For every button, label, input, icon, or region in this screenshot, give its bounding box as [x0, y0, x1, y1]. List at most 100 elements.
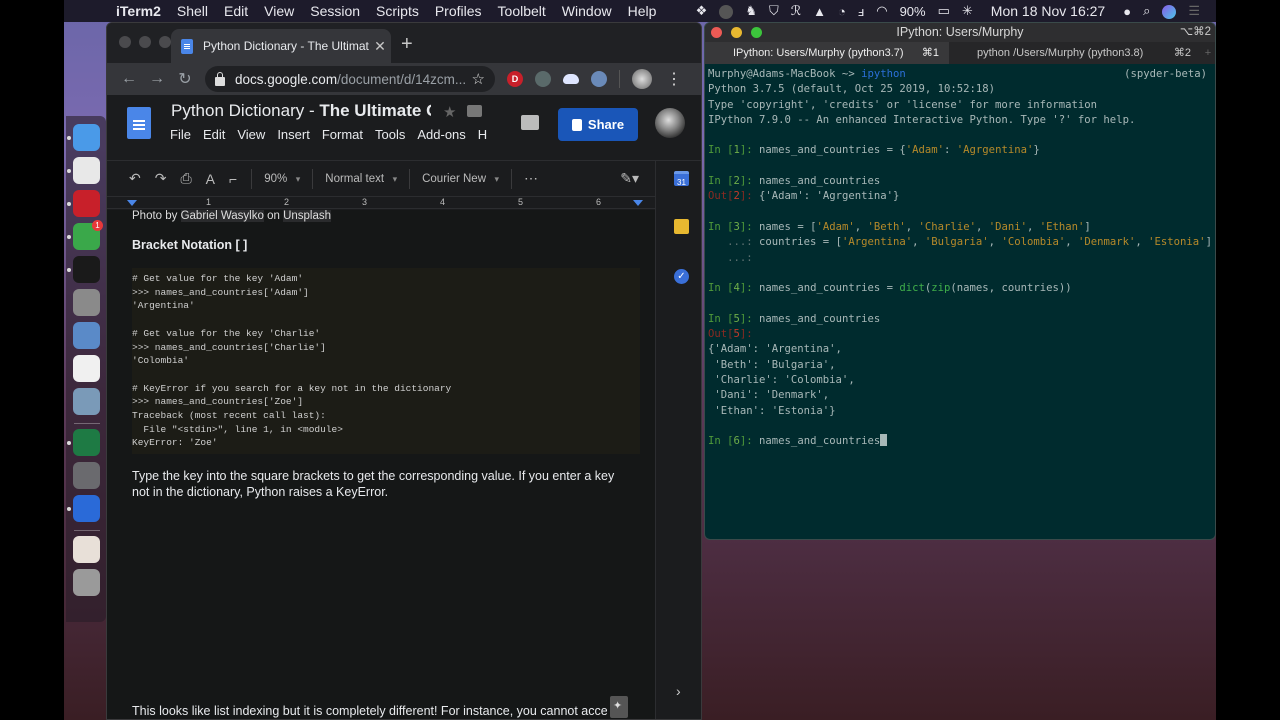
docs-menu-format[interactable]: Format — [322, 127, 363, 142]
dock-trash-icon[interactable] — [73, 569, 100, 596]
forward-button[interactable]: → — [143, 70, 171, 88]
editing-mode-pencil-icon[interactable]: ✎▾ — [620, 170, 639, 187]
menu-scripts[interactable]: Scripts — [368, 3, 427, 19]
style-dropdown[interactable]: Normal text — [325, 173, 397, 185]
flag-uk-icon[interactable]: ✳ — [956, 3, 979, 19]
font-dropdown[interactable]: Courier New — [422, 173, 499, 185]
address-bar[interactable]: docs.google.com/document/d/14zcm... ☆ — [205, 66, 495, 92]
extension-d-icon[interactable]: D — [507, 71, 523, 87]
extension-search-icon[interactable] — [591, 71, 607, 87]
iterm-tab-2[interactable]: python /Users/Murphy (python3.8) ⌘2 — [949, 42, 1201, 64]
menu-edit[interactable]: Edit — [216, 3, 256, 19]
menu-shell[interactable]: Shell — [169, 3, 216, 19]
dock-iterm2-icon[interactable] — [73, 256, 100, 283]
spotlight-icon[interactable]: ⌕ — [1137, 3, 1156, 19]
docs-menu-file[interactable]: File — [170, 127, 191, 142]
folder-icon[interactable] — [467, 105, 482, 117]
tasks-icon[interactable]: ✓ — [674, 269, 689, 284]
dock-slack-icon[interactable] — [73, 355, 100, 382]
close-window-button[interactable] — [711, 27, 722, 38]
battery-icon[interactable]: ▭ — [932, 3, 956, 19]
calendar-icon[interactable]: 31 — [674, 171, 689, 187]
account-avatar[interactable] — [655, 108, 685, 138]
extension-glasses-icon[interactable] — [535, 71, 551, 87]
dock-microsoft-excel-icon[interactable] — [73, 429, 100, 456]
scribble-icon[interactable]: ℛ — [785, 3, 807, 19]
user-icon[interactable]: ● — [1117, 4, 1137, 19]
dock-finder-icon[interactable] — [73, 124, 100, 151]
minimize-window-button[interactable] — [139, 36, 151, 48]
dock-image-capture-icon[interactable] — [73, 388, 100, 415]
siri-icon[interactable] — [1156, 3, 1182, 19]
minimize-window-button[interactable] — [731, 27, 742, 38]
bookmark-star-icon[interactable]: ☆ — [472, 70, 485, 88]
more-options-icon[interactable]: ⋯ — [524, 170, 538, 187]
new-tab-button[interactable]: + — [401, 33, 413, 56]
menu-view[interactable]: View — [256, 3, 302, 19]
docs-menu-help[interactable]: H — [478, 127, 487, 142]
star-icon[interactable]: ★ — [443, 103, 456, 121]
menu-window[interactable]: Window — [554, 3, 620, 19]
extension-cloud-icon[interactable] — [563, 74, 579, 84]
document-title[interactable]: Python Dictionary - The Ultimate Gu — [171, 101, 431, 121]
paint-format-icon[interactable]: ⌐ — [229, 171, 237, 187]
notification-center-icon[interactable]: ☰ — [1182, 3, 1206, 19]
print-icon[interactable]: ⎙ — [180, 170, 191, 187]
caption-author-link[interactable]: Gabriel Wasylko — [180, 210, 264, 222]
dock-evernote-icon[interactable]: 1 — [73, 220, 103, 250]
docs-menu-tools[interactable]: Tools — [375, 127, 405, 142]
back-button[interactable]: ← — [115, 70, 143, 88]
close-tab-icon[interactable]: ✕ — [369, 38, 391, 55]
shield-icon[interactable]: ⛉ — [763, 3, 785, 19]
comments-icon[interactable] — [521, 115, 539, 130]
menu-app-name[interactable]: iTerm2 — [104, 3, 169, 19]
input-cell-6[interactable]: In [6]: names_and_countries — [708, 434, 1215, 449]
status-dot-icon[interactable] — [713, 3, 739, 19]
docs-menu-addons[interactable]: Add-ons — [417, 127, 465, 142]
zoom-window-button[interactable] — [751, 27, 762, 38]
evernote-icon[interactable]: ♞ — [739, 3, 763, 19]
caption-source-link[interactable]: Unsplash — [283, 210, 332, 222]
dock-preview-icon[interactable] — [73, 322, 100, 349]
new-tab-button[interactable]: + — [1201, 42, 1215, 64]
iterm-tab-1[interactable]: IPython: Users/Murphy (python3.7) ⌘1 — [705, 42, 949, 64]
timer-icon[interactable]: ◔ — [832, 4, 852, 19]
dropbox-icon[interactable]: ❖ — [690, 3, 714, 19]
keep-icon[interactable] — [674, 219, 689, 234]
document-page[interactable]: Photo by Gabriel Wasylko on Unsplash Bra… — [107, 210, 655, 719]
dock-expressvpn-icon[interactable] — [73, 190, 100, 217]
dock-google-chrome-icon[interactable] — [73, 157, 100, 184]
zoom-window-button[interactable] — [159, 36, 171, 48]
wifi-icon[interactable]: ◠ — [870, 3, 893, 19]
right-indent-marker[interactable] — [633, 200, 643, 206]
clock[interactable]: Mon 18 Nov 16:27 — [979, 3, 1117, 19]
close-window-button[interactable] — [119, 36, 131, 48]
google-docs-logo-icon[interactable] — [127, 107, 151, 139]
dock-downloads-icon[interactable] — [73, 536, 100, 563]
docs-menu-view[interactable]: View — [237, 127, 265, 142]
explore-button[interactable] — [610, 696, 628, 718]
expand-side-panel-icon[interactable]: › — [676, 683, 681, 699]
browser-tab[interactable]: Python Dictionary - The Ultimate Guide ✕ — [171, 29, 391, 63]
share-button[interactable]: Share — [558, 108, 638, 141]
left-indent-marker[interactable] — [127, 200, 137, 206]
menu-profiles[interactable]: Profiles — [427, 3, 490, 19]
battery-percent[interactable]: 90% — [894, 4, 932, 19]
terminal-output[interactable]: Murphy@Adams-MacBook ~> ipython (spyder-b… — [705, 64, 1215, 449]
redo-icon[interactable]: ↷ — [155, 170, 167, 187]
dock-xcode-instruments-icon[interactable] — [73, 289, 100, 316]
menu-toolbelt[interactable]: Toolbelt — [490, 3, 554, 19]
docs-menu-edit[interactable]: Edit — [203, 127, 225, 142]
input-icon[interactable]: ⅎ — [852, 4, 870, 19]
spellcheck-icon[interactable]: A — [206, 171, 215, 187]
dock-quicktime-player-icon[interactable] — [73, 495, 100, 522]
zoom-dropdown[interactable]: 90% — [264, 173, 300, 185]
docs-menu-insert[interactable]: Insert — [277, 127, 310, 142]
reload-button[interactable]: ↻ — [171, 69, 199, 89]
bell-icon[interactable]: ▲ — [807, 4, 832, 19]
profile-avatar[interactable] — [632, 69, 652, 89]
menu-help[interactable]: Help — [620, 3, 665, 19]
undo-icon[interactable]: ↶ — [129, 170, 141, 187]
dock-system-preferences-icon[interactable] — [73, 462, 100, 489]
menu-session[interactable]: Session — [302, 3, 368, 19]
